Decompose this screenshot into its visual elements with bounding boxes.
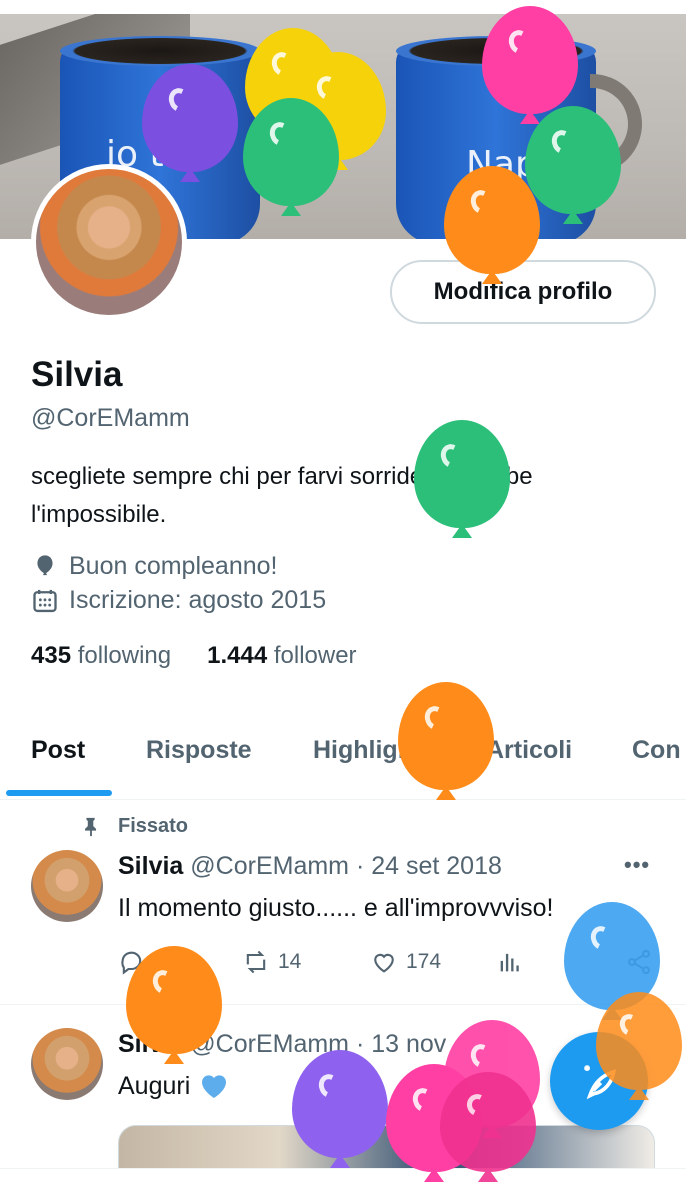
profile-avatar[interactable] — [31, 164, 187, 320]
like-count: 174 — [406, 950, 442, 973]
balloon-decoration — [440, 1072, 536, 1172]
follow-stats: 435 following 1.444 follower — [31, 642, 357, 670]
profile-handle: @CorEMamm — [31, 404, 190, 432]
balloon-icon — [37, 554, 53, 575]
following-label: following — [77, 642, 172, 669]
views-icon — [500, 953, 519, 972]
post-author-handle[interactable]: @CorEMamm — [190, 852, 349, 880]
heart-icon — [374, 953, 394, 973]
edit-profile-button[interactable]: Modifica profilo — [390, 260, 656, 324]
tab-contenuti[interactable]: Con — [632, 736, 681, 765]
post-header: Silvia @CorEMamm · 24 set 2018 — [118, 852, 502, 881]
post-text: Auguri — [118, 1070, 230, 1102]
more-icon[interactable]: ••• — [624, 852, 650, 878]
balloon-decoration — [414, 420, 510, 528]
profile-tabs: Post Risposte Highlight Articoli Con — [0, 720, 686, 800]
post-date[interactable]: · 13 nov — [356, 1030, 446, 1058]
tab-articoli[interactable]: Articoli — [486, 736, 572, 765]
balloon-decoration — [596, 992, 682, 1090]
balloon-decoration — [126, 946, 222, 1054]
avatar-image — [36, 169, 182, 315]
views-button[interactable] — [496, 948, 524, 976]
followers-label: follower — [273, 642, 357, 669]
bottom-navigation — [0, 1168, 686, 1200]
balloon-decoration — [525, 106, 621, 214]
balloon-decoration — [398, 682, 494, 790]
calendar-icon — [33, 589, 57, 612]
birthday-row: Buon compleanno! — [31, 552, 277, 581]
pinned-indicator: Fissato — [80, 815, 188, 838]
cup-rim — [60, 36, 260, 66]
balloon-decoration — [243, 98, 339, 206]
pinned-label: Fissato — [118, 815, 189, 837]
blue-heart-icon — [202, 1075, 227, 1098]
repost-icon — [246, 950, 266, 974]
followers-count: 1.444 — [207, 642, 268, 669]
like-button[interactable]: 174 — [370, 948, 441, 976]
post-author-name[interactable]: Silvia — [118, 852, 183, 880]
balloon-decoration — [142, 64, 238, 172]
repost-count: 14 — [278, 950, 302, 973]
balloon-decoration — [292, 1050, 388, 1158]
balloon-decoration — [444, 166, 540, 274]
followers-link[interactable]: 1.444 follower — [207, 642, 356, 670]
following-link[interactable]: 435 following — [31, 642, 171, 670]
following-count: 435 — [31, 642, 72, 669]
profile-name: Silvia — [31, 355, 123, 394]
post-text: Il momento giusto...... e all'improvvvis… — [118, 894, 554, 922]
tab-post[interactable]: Post — [31, 736, 85, 765]
balloon-decoration — [482, 6, 578, 114]
joined-row: Iscrizione: agosto 2015 — [31, 586, 326, 615]
profile-bio: scegliete sempre chi per farvi sorridere… — [31, 463, 533, 528]
post-divider — [0, 1004, 686, 1005]
post-avatar[interactable] — [31, 850, 103, 922]
post-avatar[interactable] — [31, 1028, 103, 1100]
tab-risposte[interactable]: Risposte — [146, 736, 252, 765]
joined-text: Iscrizione: agosto 2015 — [69, 586, 327, 614]
post-date[interactable]: · 24 set 2018 — [356, 852, 502, 880]
repost-button[interactable]: 14 — [242, 948, 301, 976]
pin-icon — [85, 817, 97, 836]
active-tab-indicator — [6, 790, 112, 796]
post-text-content: Auguri — [118, 1071, 191, 1100]
birthday-text: Buon compleanno! — [69, 552, 278, 580]
